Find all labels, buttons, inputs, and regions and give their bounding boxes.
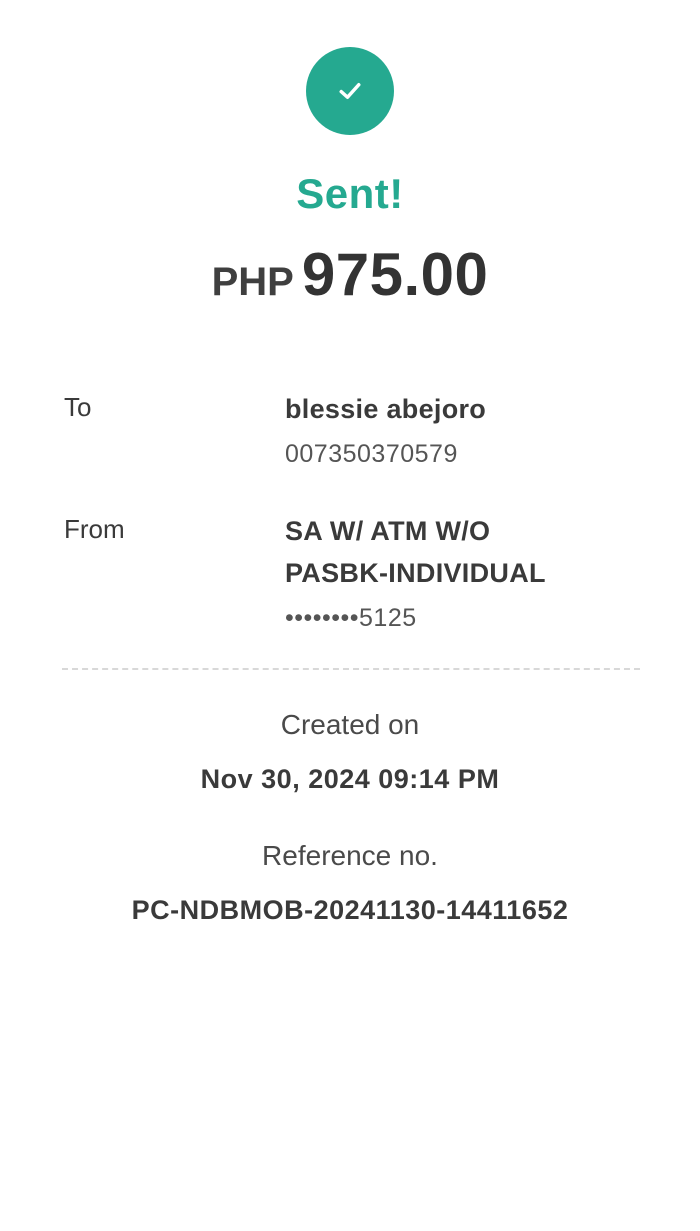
source-account-type-line2: PASBK-INDIVIDUAL — [285, 558, 546, 588]
check-icon — [339, 83, 361, 99]
source-details: SA W/ ATM W/O PASBK-INDIVIDUAL ••••••••5… — [285, 510, 665, 638]
amount-currency: PHP — [211, 260, 294, 304]
recipient-name: blessie abejoro — [285, 394, 487, 424]
created-on-value: Nov 30, 2024 09:14 PM — [200, 764, 500, 794]
success-badge — [306, 47, 394, 135]
amount-value: 975.00 — [301, 241, 489, 308]
recipient-account-number: 007350370579 — [285, 440, 458, 468]
transfer-receipt-screen: Sent! PHP 975.00 To blessie abejoro 0073… — [0, 0, 700, 1231]
from-label: From — [64, 514, 125, 544]
source-masked-account: ••••••••5125 — [285, 604, 417, 632]
dashed-divider — [62, 668, 640, 670]
source-account-type-line1: SA W/ ATM W/O — [285, 516, 491, 546]
reference-label: Reference no. — [262, 840, 438, 871]
reference-value: PC-NDBMOB-20241130-14411652 — [131, 895, 569, 925]
created-on-label: Created on — [280, 709, 420, 740]
to-label: To — [64, 392, 92, 422]
recipient-details: blessie abejoro 007350370579 — [285, 388, 665, 474]
amount-display: PHP 975.00 — [0, 240, 700, 309]
status-title: Sent! — [296, 170, 404, 217]
